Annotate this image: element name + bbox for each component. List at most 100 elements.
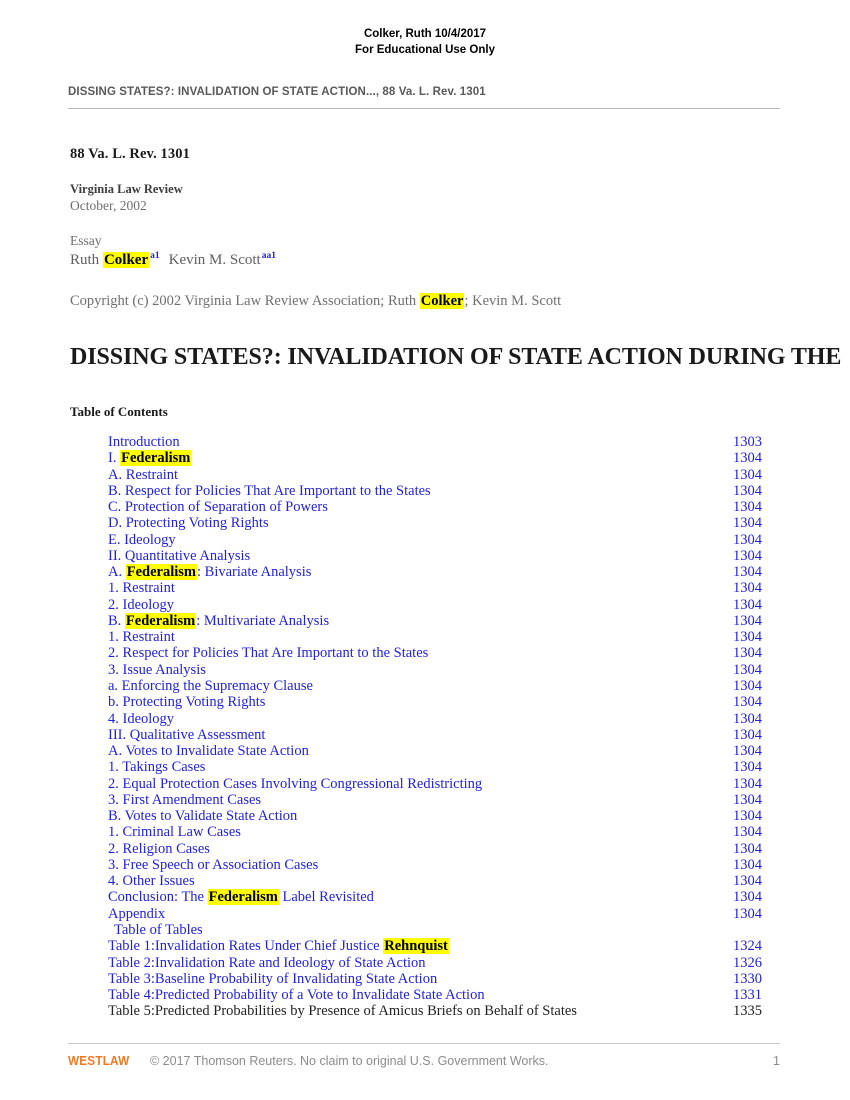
toc-entry[interactable]: Table 2:Invalidation Rate and Ideology o…: [108, 955, 780, 971]
author-one-highlight: Colker: [102, 252, 150, 268]
table-of-contents-list: Introduction 1303 I. Federalism 1304 A. Rest…: [108, 434, 780, 1020]
toc-entry[interactable]: B. Federalism: Multivariate Analysis 1304: [108, 612, 780, 629]
toc-entry[interactable]: Introduction 1303: [108, 434, 780, 450]
copyright-text-after: ; Kevin M. Scott: [464, 293, 562, 309]
toc-entry-label: C. Protection of Separation of Powers: [108, 499, 328, 516]
toc-entry-label: 1. Criminal Law Cases: [108, 824, 241, 841]
toc-entry-label: 1. Restraint: [108, 629, 175, 646]
author-one-footnote-marker[interactable]: a1: [150, 251, 160, 261]
running-header: DISSING STATES?: INVALIDATION OF STATE A…: [68, 86, 486, 98]
author-two-name: Kevin M. Scott: [168, 252, 261, 268]
toc-entry[interactable]: b. Protecting Voting Rights 1304: [108, 694, 780, 710]
toc-entry[interactable]: a. Enforcing the Supremacy Clause 1304: [108, 678, 780, 694]
toc-entry[interactable]: Conclusion: The Federalism Label Revisit…: [108, 889, 780, 906]
toc-entry-page-number: 1331: [733, 987, 762, 1004]
toc-entry-label: 1. Takings Cases: [108, 759, 206, 776]
toc-entry-page-number: 1324: [733, 938, 762, 955]
toc-entry[interactable]: Table of Tables: [108, 922, 780, 938]
toc-entry-label: E. Ideology: [108, 531, 176, 548]
toc-entry-page-number: 1304: [733, 840, 762, 857]
toc-entry-label: I. Federalism: [108, 450, 192, 467]
toc-label-highlight: Federalism: [207, 889, 279, 906]
toc-entry-label: Introduction: [108, 434, 180, 450]
toc-entry-page-number: 1330: [733, 970, 762, 987]
toc-entry[interactable]: 4. Ideology 1304: [108, 711, 780, 727]
toc-entry-label: 4. Other Issues: [108, 873, 195, 890]
toc-entry[interactable]: 2. Respect for Policies That Are Importa…: [108, 645, 780, 661]
toc-entry[interactable]: 3. Free Speech or Association Cases 1304: [108, 857, 780, 873]
toc-label-highlight: Federalism: [120, 450, 192, 467]
toc-entry[interactable]: Appendix 1304: [108, 906, 780, 922]
toc-label-highlight: Federalism: [125, 564, 197, 581]
toc-entry[interactable]: B. Respect for Policies That Are Importa…: [108, 483, 780, 499]
toc-entry[interactable]: Table 3:Baseline Probability of Invalida…: [108, 971, 780, 987]
footer-page-number: 1: [773, 1054, 780, 1068]
toc-entry[interactable]: Table 4:Predicted Probability of a Vote …: [108, 987, 780, 1003]
toc-entry[interactable]: D. Protecting Voting Rights 1304: [108, 515, 780, 531]
toc-entry-label: B. Respect for Policies That Are Importa…: [108, 482, 431, 499]
toc-entry-label: b. Protecting Voting Rights: [108, 694, 266, 711]
toc-entry[interactable]: 1. Restraint 1304: [108, 580, 780, 596]
toc-entry[interactable]: 1. Restraint 1304: [108, 629, 780, 645]
toc-entry[interactable]: II. Quantitative Analysis 1304: [108, 548, 780, 564]
toc-entry[interactable]: E. Ideology 1304: [108, 532, 780, 548]
toc-entry[interactable]: I. Federalism 1304: [108, 450, 780, 467]
toc-entry-page-number: 1304: [733, 677, 762, 694]
toc-entry-label: a. Enforcing the Supremacy Clause: [108, 677, 313, 694]
toc-entry-label: Table 2:Invalidation Rate and Ideology o…: [108, 954, 426, 971]
toc-entry-page-number: 1304: [733, 759, 762, 776]
toc-entry-page-number: 1303: [733, 434, 762, 450]
toc-entry-label: 3. Issue Analysis: [108, 661, 206, 678]
document-metadata: 88 Va. L. Rev. 1301 Virginia Law Review …: [70, 146, 710, 311]
toc-entry[interactable]: III. Qualitative Assessment 1304: [108, 727, 780, 743]
toc-entry[interactable]: 2. Religion Cases 1304: [108, 841, 780, 857]
toc-entry[interactable]: 1. Takings Cases 1304: [108, 759, 780, 775]
toc-entry-page-number: 1304: [733, 499, 762, 516]
author-one-prefix: Ruth: [70, 252, 103, 268]
toc-entry[interactable]: 2. Equal Protection Cases Involving Cong…: [108, 776, 780, 792]
footer-copyright: © 2017 Thomson Reuters. No claim to orig…: [150, 1054, 549, 1068]
page-footer: WESTLAW © 2017 Thomson Reuters. No claim…: [68, 1053, 780, 1073]
toc-label-prefix: A.: [108, 564, 126, 581]
toc-entry[interactable]: B. Votes to Validate State Action 1304: [108, 808, 780, 824]
author-line: Ruth Colker a1 Kevin M. Scottaa1: [70, 250, 710, 271]
toc-label-suffix: : Bivariate Analysis: [197, 564, 312, 581]
toc-entry-label: Table 4:Predicted Probability of a Vote …: [108, 987, 485, 1004]
toc-entry-label: Table 5:Predicted Probabilities by Prese…: [108, 1003, 577, 1020]
toc-entry[interactable]: A. Federalism: Bivariate Analysis 1304: [108, 564, 780, 581]
author-two-footnote-marker[interactable]: aa1: [262, 251, 276, 261]
toc-entry-label: Conclusion: The Federalism Label Revisit…: [108, 889, 374, 906]
footer-divider: [68, 1043, 780, 1044]
toc-entry-label: A. Federalism: Bivariate Analysis: [108, 564, 312, 581]
toc-entry-page-number: 1304: [733, 856, 762, 873]
toc-label-suffix: Label Revisited: [278, 889, 374, 906]
document-page: Colker, Ruth 10/4/2017 For Educational U…: [0, 0, 850, 1100]
toc-entry-label: 2. Religion Cases: [108, 840, 210, 857]
toc-entry[interactable]: 2. Ideology 1304: [108, 597, 780, 613]
toc-entry[interactable]: A. Votes to Invalidate State Action 1304: [108, 743, 780, 759]
toc-entry[interactable]: 4. Other Issues 1304: [108, 873, 780, 889]
publication-date: October, 2002: [70, 198, 147, 213]
toc-entry-label: Table of Tables: [114, 921, 203, 938]
watermark-line-2: For Educational Use Only: [355, 43, 495, 56]
toc-entry-page-number: 1304: [733, 873, 762, 890]
toc-entry-page-number: 1304: [733, 547, 762, 564]
toc-entry-page-number: 1304: [733, 482, 762, 499]
toc-entry[interactable]: A. Restraint 1304: [108, 467, 780, 483]
toc-entry[interactable]: 3. Issue Analysis 1304: [108, 662, 780, 678]
copyright-text-before: Copyright (c) 2002 Virginia Law Review A…: [70, 293, 420, 309]
toc-entry-page-number: 1304: [733, 645, 762, 662]
table-of-contents-heading: Table of Contents: [70, 404, 168, 419]
toc-entry-page-number: 1335: [733, 1003, 762, 1020]
toc-entry[interactable]: Table 1:Invalidation Rates Under Chief J…: [108, 938, 780, 955]
toc-entry[interactable]: 1. Criminal Law Cases 1304: [108, 824, 780, 840]
toc-entry-page-number: 1304: [733, 580, 762, 597]
page-title: DISSING STATES?: INVALIDATION OF STATE A…: [70, 344, 842, 370]
toc-entry[interactable]: 3. First Amendment Cases 1304: [108, 792, 780, 808]
toc-entry[interactable]: C. Protection of Separation of Powers 130…: [108, 499, 780, 515]
toc-entry-page-number: 1304: [733, 612, 762, 629]
toc-entry-page-number: 1304: [733, 661, 762, 678]
toc-entry-page-number: 1304: [733, 694, 762, 711]
watermark-line-1: Colker, Ruth 10/4/2017: [363, 28, 487, 40]
toc-entry-page-number: 1304: [733, 515, 762, 532]
